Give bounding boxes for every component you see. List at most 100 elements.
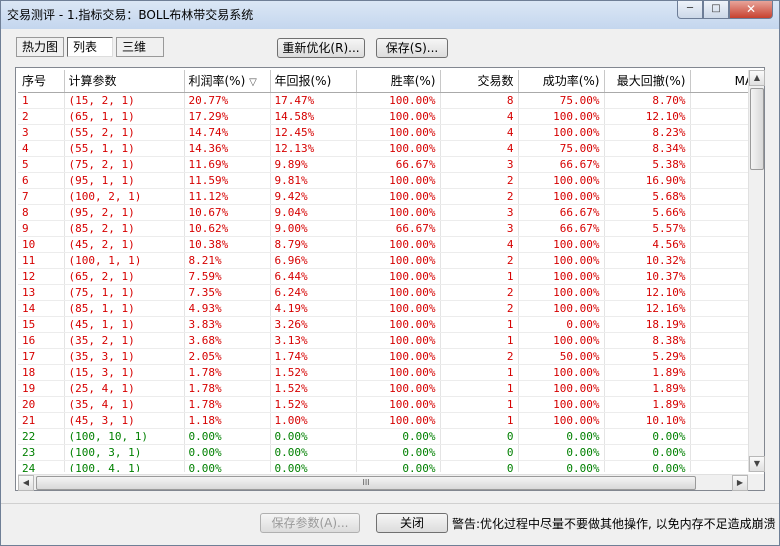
table-cell: 66.67%: [518, 156, 605, 173]
table-cell: 5.38%: [604, 156, 691, 173]
table-cell: 0.: [690, 460, 748, 472]
table-row[interactable]: 2 (65, 1, 1) 17.29% 14.58% 100.00% 4 100.00% 12…: [18, 108, 748, 125]
save-button[interactable]: 保存(S)...: [376, 38, 448, 58]
table-row[interactable]: 3 (55, 2, 1) 14.74% 12.45% 100.00% 4 100.00% 8.…: [18, 124, 748, 141]
vertical-scroll-thumb[interactable]: [750, 88, 764, 170]
table-cell: 66.67%: [518, 220, 605, 237]
table-cell: 8.38%: [604, 332, 691, 349]
table-cell: 13: [18, 284, 65, 301]
table-cell: 75.00%: [518, 92, 605, 109]
table-cell: 1.: [690, 220, 748, 237]
save-params-button[interactable]: 保存参数(A)...: [260, 513, 360, 533]
maximize-button[interactable]: □: [703, 1, 729, 19]
table-cell: 100.00%: [356, 300, 441, 317]
column-header-win-rate[interactable]: 胜率(%): [356, 70, 441, 93]
scroll-down-button[interactable]: ▼: [749, 456, 765, 472]
trade-evaluation-window: 交易测评 - 1.指标交易：BOLL布林带交易系统 ─ □ ✕ 热力图 列表 三…: [0, 0, 780, 546]
table-row[interactable]: 16 (35, 2, 1) 3.68% 3.13% 100.00% 1 100.00% 8.3…: [18, 332, 748, 349]
table-row[interactable]: 11 (100, 1, 1) 8.21% 6.96% 100.00% 2 100.00% 10…: [18, 252, 748, 269]
table-row[interactable]: 22 (100, 10, 1) 0.00% 0.00% 0.00% 0 0.00% 0.00%…: [18, 428, 748, 445]
scroll-right-button[interactable]: ▶: [732, 475, 748, 491]
tab-heatmap[interactable]: 热力图: [16, 37, 65, 57]
column-header-trade-count[interactable]: 交易数: [440, 70, 519, 93]
table-row[interactable]: 12 (65, 2, 1) 7.59% 6.44% 100.00% 1 100.00% 10.…: [18, 268, 748, 285]
table-row[interactable]: 23(100, 3, 1)0.00%0.00%0.00%00.00%0.00%0…: [18, 444, 748, 461]
table-row[interactable]: 9 (85, 2, 1) 10.62% 9.00% 66.67% 3 66.67% 5.57%…: [18, 220, 748, 237]
table-row[interactable]: 21 (45, 3, 1) 1.18% 1.00% 100.00% 1 100.00% 10.…: [18, 412, 748, 429]
column-header-profit-rate[interactable]: 利润率(%) ▽: [184, 70, 271, 93]
table-cell: 0.: [690, 396, 748, 413]
table-cell: (35, 4, 1): [64, 396, 185, 413]
table-row[interactable]: 24(100, 4, 1)0.00%0.00%0.00%00.00%0.00%0…: [18, 460, 748, 472]
table-cell: 9.04%: [270, 204, 357, 221]
table-row[interactable]: 7 (100, 2, 1) 11.12% 9.42% 100.00% 2 100.00% 5.…: [18, 188, 748, 205]
table-row[interactable]: 13 (75, 1, 1) 7.35% 6.24% 100.00% 2 100.00% 12.…: [18, 284, 748, 301]
table-row[interactable]: 20 (35, 4, 1) 1.78% 1.52% 100.00% 1 100.00% 1.8…: [18, 396, 748, 413]
column-header-params[interactable]: 计算参数: [64, 70, 185, 93]
table-row[interactable]: 5 (75, 2, 1) 11.69% 9.89% 66.67% 3 66.67% 5.38%…: [18, 156, 748, 173]
table-cell: 22: [18, 428, 65, 445]
table-cell: 12: [18, 268, 65, 285]
close-icon: ✕: [745, 2, 757, 16]
table-cell: 0.: [690, 348, 748, 365]
column-header-index[interactable]: 序号: [18, 70, 65, 93]
table-cell: 6.44%: [270, 268, 357, 285]
vertical-scrollbar[interactable]: ▲ ▼: [748, 70, 765, 472]
horizontal-scrollbar[interactable]: ◀ III ▶: [18, 474, 748, 491]
table-cell: 2: [440, 300, 519, 317]
table-cell: (100, 10, 1): [64, 428, 185, 445]
table-cell: 16.90%: [604, 172, 691, 189]
table-cell: 2: [440, 188, 519, 205]
tab-list[interactable]: 列表: [67, 37, 114, 57]
table-cell: 7.59%: [184, 268, 271, 285]
table-cell: 100.00%: [356, 204, 441, 221]
table-cell: 10.38%: [184, 236, 271, 253]
table-cell: 1.52%: [270, 396, 357, 413]
table-row[interactable]: 8 (95, 2, 1) 10.67% 9.04% 100.00% 3 66.67% 5.66…: [18, 204, 748, 221]
table-row[interactable]: 1 (15, 2, 1) 20.77% 17.47% 100.00% 8 75.00% 8.7…: [18, 92, 748, 109]
table-row[interactable]: 15 (45, 1, 1) 3.83% 3.26% 100.00% 1 0.00% 18.19…: [18, 316, 748, 333]
table-row[interactable]: 6 (95, 1, 1) 11.59% 9.81% 100.00% 2 100.00% 16.…: [18, 172, 748, 189]
close-button[interactable]: 关闭: [376, 513, 448, 533]
table-cell: 1: [440, 268, 519, 285]
table-row[interactable]: 10 (45, 2, 1) 10.38% 8.79% 100.00% 4 100.00% 4.…: [18, 236, 748, 253]
table-cell: (100, 4, 1): [64, 460, 185, 472]
table-cell: (85, 1, 1): [64, 300, 185, 317]
table-cell: 75.00%: [518, 140, 605, 157]
table-cell: 100.00%: [356, 380, 441, 397]
column-header-max-drawdown[interactable]: 最大回撤(%): [604, 70, 691, 93]
column-header-annual-return[interactable]: 年回报(%): [270, 70, 357, 93]
table-cell: 0.00%: [270, 460, 357, 472]
horizontal-scroll-thumb[interactable]: III: [36, 476, 696, 490]
table-row[interactable]: 14 (85, 1, 1) 4.93% 4.19% 100.00% 2 100.00% 12.…: [18, 300, 748, 317]
close-window-button[interactable]: ✕: [729, 1, 773, 19]
table-row[interactable]: 4 (55, 1, 1) 14.36% 12.13% 100.00% 4 75.00% 8.3…: [18, 140, 748, 157]
title-bar[interactable]: 交易测评 - 1.指标交易：BOLL布林带交易系统 ─ □ ✕: [1, 1, 779, 29]
reoptimize-button[interactable]: 重新优化(R)...: [277, 38, 365, 58]
scroll-left-button[interactable]: ◀: [18, 475, 34, 491]
table-cell: 100.00%: [518, 236, 605, 253]
table-cell: 3.68%: [184, 332, 271, 349]
minimize-button[interactable]: ─: [677, 1, 703, 19]
table-cell: 100.00%: [356, 316, 441, 333]
table-cell: 0.00%: [604, 444, 691, 461]
table-cell: 18.19%: [604, 316, 691, 333]
table-cell: 0.00%: [356, 460, 441, 472]
table-cell: 0.00%: [518, 428, 605, 445]
table-cell: (75, 1, 1): [64, 284, 185, 301]
table-row[interactable]: 19 (25, 4, 1) 1.78% 1.52% 100.00% 1 100.00% 1.8…: [18, 380, 748, 397]
table-cell: 100.00%: [518, 108, 605, 125]
tab-3d[interactable]: 三维: [116, 37, 165, 57]
table-cell: 14: [18, 300, 65, 317]
column-header-mar-ratio[interactable]: MAR比: [690, 70, 748, 93]
table-row[interactable]: 17 (35, 3, 1) 2.05% 1.74% 100.00% 2 50.00% 5.29…: [18, 348, 748, 365]
table-row[interactable]: 18 (15, 3, 1) 1.78% 1.52% 100.00% 1 100.00% 1.8…: [18, 364, 748, 381]
table-cell: 2: [440, 284, 519, 301]
table-cell: 7: [18, 188, 65, 205]
table-cell: (35, 3, 1): [64, 348, 185, 365]
table-cell: 100.00%: [518, 284, 605, 301]
table-cell: 0.00%: [270, 444, 357, 461]
column-header-success-rate[interactable]: 成功率(%): [518, 70, 605, 93]
scroll-up-button[interactable]: ▲: [749, 70, 765, 86]
table-cell: (95, 1, 1): [64, 172, 185, 189]
